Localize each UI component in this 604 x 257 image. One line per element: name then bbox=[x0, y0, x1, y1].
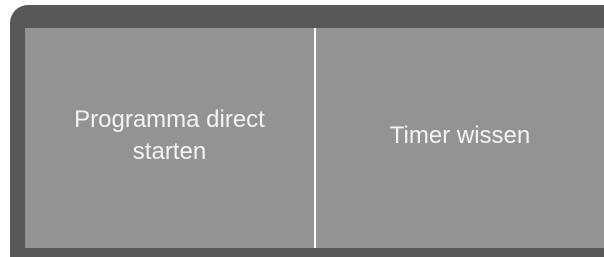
start-program-now-label: Programma direct starten bbox=[74, 106, 265, 165]
touch-screen: Programma direct starten Timer wissen bbox=[25, 28, 604, 248]
clear-timer-button[interactable]: Timer wissen bbox=[316, 28, 604, 248]
clear-timer-label: Timer wissen bbox=[389, 122, 531, 149]
start-program-now-button[interactable]: Programma direct starten bbox=[25, 28, 314, 248]
